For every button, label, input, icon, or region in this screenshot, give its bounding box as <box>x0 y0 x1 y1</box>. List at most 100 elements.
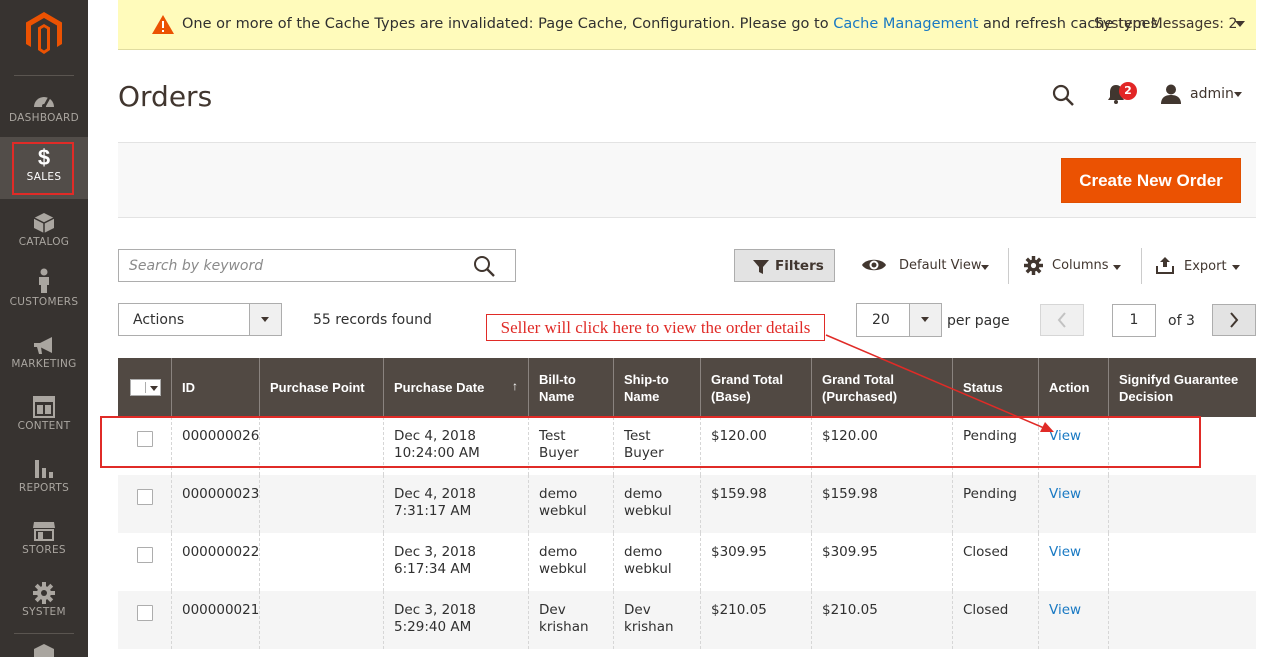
sidebar-item-label: DASHBOARD <box>8 112 79 124</box>
table-row[interactable]: 000000022 Dec 3, 2018 6:17:34 AM demo we… <box>118 533 1256 591</box>
column-header-grand-total-base[interactable]: Grand Total (Base) <box>701 358 812 417</box>
search-icon[interactable] <box>1052 84 1074 106</box>
sidebar-item-marketing[interactable]: MARKETING <box>0 336 88 398</box>
eye-icon <box>862 259 886 271</box>
table-row[interactable]: 000000023 Dec 4, 2018 7:31:17 AM demo we… <box>118 475 1256 533</box>
view-order-link[interactable]: View <box>1049 602 1081 618</box>
admin-sidebar: DASHBOARD $ SALES CATALOG CUSTOMERS MARK… <box>0 0 88 657</box>
per-page-dropdown-toggle[interactable] <box>909 304 941 336</box>
order-status: Closed <box>953 591 1039 649</box>
filters-button[interactable]: Filters <box>734 249 835 282</box>
chevron-down-icon[interactable] <box>1232 265 1240 270</box>
bill-to-name: Dev krishan <box>529 591 614 649</box>
notification-badge[interactable]: 2 <box>1119 82 1137 100</box>
mass-select-column <box>118 358 172 417</box>
current-page-input[interactable]: 1 <box>1112 304 1156 337</box>
gauge-icon <box>34 97 54 108</box>
column-header-purchase-date[interactable]: Purchase Date ↑ <box>384 358 529 417</box>
chevron-down-icon <box>921 317 929 322</box>
keyword-search <box>118 249 516 282</box>
signifyd-decision <box>1109 475 1256 533</box>
column-header-id[interactable]: ID <box>172 358 260 417</box>
purchase-point <box>260 475 384 533</box>
page-title: Orders <box>118 80 213 113</box>
grand-total-purchased: $210.05 <box>812 591 953 649</box>
chevron-down-icon[interactable] <box>1234 92 1242 97</box>
per-page-select[interactable]: 20 <box>856 303 942 337</box>
chevron-down-icon[interactable] <box>981 265 989 270</box>
sidebar-item-label: MARKETING <box>11 358 77 370</box>
column-header-purchase-point[interactable]: Purchase Point <box>260 358 384 417</box>
actions-label: Actions <box>133 312 185 328</box>
sort-ascending-icon: ↑ <box>512 379 518 393</box>
export-label: Export <box>1184 259 1227 274</box>
view-label: Default View <box>899 258 982 273</box>
row-checkbox[interactable] <box>137 605 153 621</box>
mass-select-checkbox[interactable] <box>133 382 146 393</box>
previous-page-button[interactable] <box>1040 304 1084 336</box>
sidebar-item-label: CUSTOMERS <box>9 296 79 308</box>
order-status: Pending <box>953 475 1039 533</box>
row-checkbox[interactable] <box>137 547 153 563</box>
records-found: 55 records found <box>313 312 432 328</box>
sidebar-item-content[interactable]: CONTENT <box>0 396 88 458</box>
sidebar-item-customers[interactable]: CUSTOMERS <box>0 268 88 330</box>
next-page-button[interactable] <box>1212 304 1256 336</box>
person-icon <box>39 268 49 293</box>
user-icon[interactable] <box>1161 84 1181 104</box>
create-new-order-button[interactable]: Create New Order <box>1061 158 1241 203</box>
column-header-status[interactable]: Status <box>953 358 1039 417</box>
view-order-link[interactable]: View <box>1049 544 1081 560</box>
system-notice-bar: One or more of the Cache Types are inval… <box>118 0 1256 50</box>
sidebar-item-system[interactable]: SYSTEM <box>0 582 88 644</box>
row-checkbox[interactable] <box>137 489 153 505</box>
column-header-action: Action <box>1039 358 1109 417</box>
column-header-signifyd-decision[interactable]: Signifyd Guarantee Decision <box>1109 358 1256 417</box>
sidebar-item-catalog[interactable]: CATALOG <box>0 212 88 274</box>
chevron-down-icon <box>150 386 158 391</box>
grand-total-purchased: $309.95 <box>812 533 953 591</box>
chevron-down-icon[interactable] <box>1235 21 1245 27</box>
gear-icon <box>1024 256 1043 275</box>
megaphone-icon <box>34 337 52 354</box>
chevron-down-icon[interactable] <box>1113 265 1121 270</box>
grand-total-base: $159.98 <box>701 475 812 533</box>
purchase-date: Dec 3, 2018 5:29:40 AM <box>384 591 529 649</box>
search-input[interactable] <box>129 256 459 276</box>
per-page-value: 20 <box>872 312 890 328</box>
order-id: 000000022 <box>172 533 260 591</box>
system-messages-toggle[interactable]: System Messages: 2 <box>1094 16 1237 32</box>
column-header-grand-total-purchased[interactable]: Grand Total (Purchased) <box>812 358 953 417</box>
ship-to-name: Dev krishan <box>614 591 701 649</box>
cache-management-link[interactable]: Cache Management <box>833 16 978 32</box>
table-row[interactable]: 000000021 Dec 3, 2018 5:29:40 AM Dev kri… <box>118 591 1256 649</box>
chevron-left-icon <box>1057 312 1066 328</box>
column-header-bill-to-name[interactable]: Bill-to Name <box>529 358 614 417</box>
search-icon[interactable] <box>473 255 495 277</box>
sidebar-item-label: SYSTEM <box>22 606 66 618</box>
grand-total-base: $309.95 <box>701 533 812 591</box>
grand-total-purchased: $159.98 <box>812 475 953 533</box>
annotation-callout: Seller will click here to view the order… <box>486 314 825 341</box>
sales-highlight-box <box>12 142 74 195</box>
bill-to-name: demo webkul <box>529 475 614 533</box>
purchase-point <box>260 533 384 591</box>
magento-logo-icon[interactable] <box>24 10 64 56</box>
sidebar-divider <box>14 633 74 634</box>
sidebar-item-stores[interactable]: STORES <box>0 520 88 582</box>
signifyd-decision <box>1109 533 1256 591</box>
mass-select-dropdown[interactable] <box>130 379 161 396</box>
highlighted-row-box <box>100 416 1201 468</box>
sidebar-item-label: CONTENT <box>17 420 71 432</box>
notice-message: One or more of the Cache Types are inval… <box>182 16 1163 32</box>
column-header-ship-to-name[interactable]: Ship-to Name <box>614 358 701 417</box>
view-order-link[interactable]: View <box>1049 486 1081 502</box>
grand-total-base: $210.05 <box>701 591 812 649</box>
gear-icon <box>33 582 55 604</box>
mass-actions-select[interactable]: Actions <box>118 303 282 336</box>
actions-dropdown-toggle[interactable] <box>249 304 281 335</box>
chevron-right-icon <box>1230 312 1239 328</box>
order-status: Closed <box>953 533 1039 591</box>
sidebar-item-reports[interactable]: REPORTS <box>0 458 88 520</box>
admin-user-menu[interactable]: admin <box>1190 86 1234 102</box>
